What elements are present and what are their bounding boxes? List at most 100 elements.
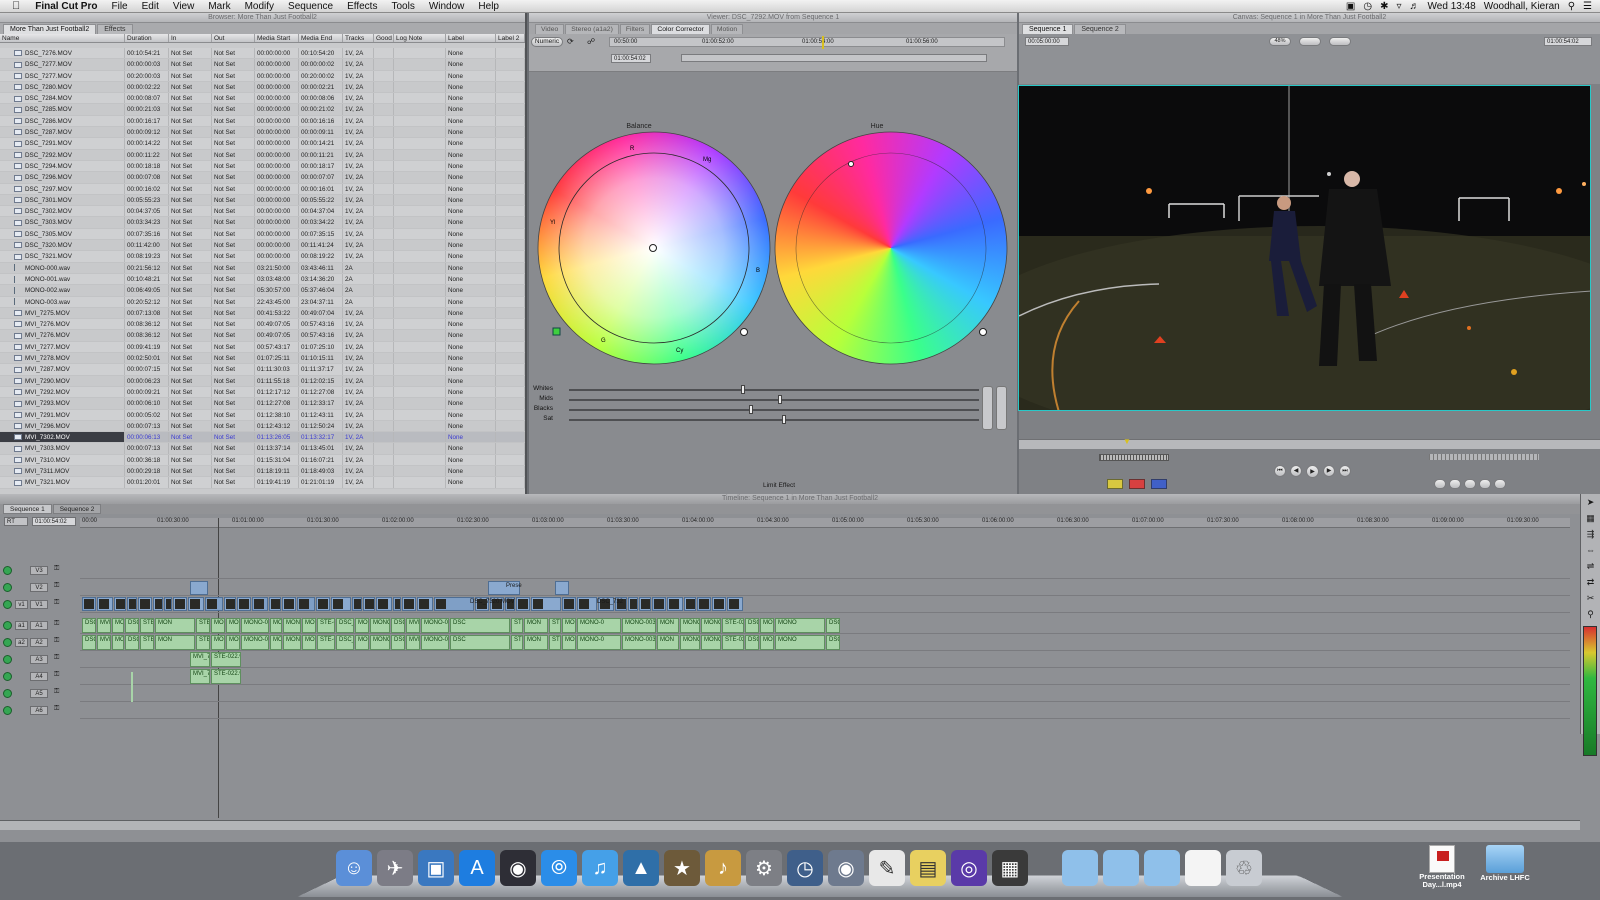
numeric-button[interactable]: Numeric <box>531 37 563 47</box>
video-clip[interactable] <box>153 597 163 611</box>
menu-modify[interactable]: Modify <box>238 1 281 12</box>
viewer-scrollbar[interactable] <box>681 54 987 62</box>
audio-clip[interactable]: MVI <box>406 618 420 633</box>
volume-icon[interactable]: ♬ <box>1410 1 1420 12</box>
canvas-duration[interactable]: 00:05:00:00 <box>1025 37 1069 46</box>
track-name[interactable]: A1 <box>30 621 48 630</box>
track-name[interactable]: A3 <box>30 655 48 664</box>
launchpad-icon[interactable]: ✈ <box>377 850 413 886</box>
selection-tool-icon[interactable]: ➤ <box>1581 494 1600 510</box>
audio-clip[interactable]: MONO-000.w <box>421 618 449 633</box>
audio-clip[interactable]: MONO-00 <box>211 618 225 633</box>
audio-clip[interactable]: MONO-000.wav <box>355 635 369 650</box>
browser-row[interactable]: MVI_7290.MOV 00:00:06:23 Not Set Not Set 01:… <box>0 375 525 387</box>
slider-knob[interactable] <box>778 395 783 404</box>
audio-clip[interactable]: DSC <box>391 635 405 650</box>
audio-clip[interactable]: MONO-00 <box>211 635 225 650</box>
stickies-icon[interactable]: ▤ <box>910 850 946 886</box>
audio-clip[interactable]: MVI <box>97 635 111 650</box>
audio-clip[interactable]: MVI_7 <box>190 652 210 667</box>
audio-clip[interactable]: MONO-0 <box>680 635 700 650</box>
track-visibility-icon[interactable] <box>3 638 12 647</box>
menu-sequence[interactable]: Sequence <box>281 1 340 12</box>
browser-row[interactable]: DSC_7320.MOV 00:11:42:00 Not Set Not Set 00:… <box>0 240 525 252</box>
col-name[interactable]: Name <box>0 34 125 42</box>
overwrite-icon[interactable] <box>1129 479 1145 489</box>
replace-icon[interactable] <box>1151 479 1167 489</box>
audio-clip[interactable]: STE-022.wav <box>722 635 744 650</box>
tab-timeline-sequence-1[interactable]: Sequence 1 <box>3 504 52 514</box>
track-lock-icon[interactable]: ⚿ <box>54 582 59 590</box>
video-clip[interactable] <box>516 597 530 611</box>
source-track-patch[interactable]: v1 <box>15 600 28 609</box>
edit-selection-tool-icon[interactable]: ▦ <box>1581 510 1600 526</box>
viewer-ruler[interactable]: 00:50:00 01:00:52:00 01:00:54:00 01:00:5… <box>609 36 1005 49</box>
audio-clip[interactable]: MON <box>657 618 679 633</box>
audio-clip[interactable]: DSC <box>125 635 139 650</box>
col-tracks[interactable]: Tracks <box>343 34 374 42</box>
menu-edit[interactable]: Edit <box>135 1 166 12</box>
browser-row[interactable]: DSC_7294.MOV 00:00:18:18 Not Set Not Set 00:… <box>0 160 525 173</box>
video-clip[interactable] <box>297 597 315 611</box>
video-clip[interactable] <box>577 597 597 611</box>
track-visibility-icon[interactable] <box>3 600 12 609</box>
compressor-icon[interactable]: ▦ <box>992 850 1028 886</box>
mark-in-icon[interactable] <box>1494 479 1506 489</box>
browser-row[interactable]: DSC_7296.MOV 00:00:07:08 Not Set Not Set 00:… <box>0 172 525 184</box>
audio-clip[interactable]: DSC_73 <box>745 618 759 633</box>
menu-window[interactable]: Window <box>422 1 472 12</box>
menu-tools[interactable]: Tools <box>384 1 421 12</box>
audio-clip[interactable]: STE <box>549 618 561 633</box>
audio-clip[interactable]: MON <box>270 635 282 650</box>
final-cut-pro-icon[interactable]: ◎ <box>951 850 987 886</box>
audio-clip[interactable]: MONO-0 <box>226 618 240 633</box>
video-clip[interactable] <box>667 597 683 611</box>
video-clip[interactable] <box>188 597 204 611</box>
app-store-icon[interactable]: A <box>459 850 495 886</box>
textedit-icon[interactable]: ✎ <box>869 850 905 886</box>
play-around-icon[interactable]: ▶ <box>1323 465 1335 477</box>
audio-clip[interactable]: DSC_73 <box>336 618 354 633</box>
audio-clip[interactable]: DSC <box>450 618 510 633</box>
browser-row[interactable]: DSC_7284.MOV 00:00:08:07 Not Set Not Set 00:… <box>0 93 525 105</box>
viewer-playhead[interactable] <box>822 36 824 49</box>
play-icon[interactable]: ▶ <box>1306 465 1319 478</box>
browser-row[interactable]: DSC_7305.MOV 00:07:35:16 Not Set Not Set 00:… <box>0 228 525 241</box>
video-clip[interactable] <box>402 597 416 611</box>
audio-clip[interactable]: MONO-00 <box>562 618 576 633</box>
match-hue-button[interactable] <box>996 386 1007 430</box>
audio-clip[interactable]: DSC_73 <box>745 635 759 650</box>
audio-clip[interactable]: MON <box>155 618 195 633</box>
audio-clip[interactable]: MONO-003.wav <box>302 618 316 633</box>
menu-effects[interactable]: Effects <box>340 1 384 12</box>
source-track-patch[interactable]: a2 <box>15 638 28 647</box>
browser-row[interactable]: DSC_7280.MOV 00:00:02:22 Not Set Not Set 00:… <box>0 81 525 94</box>
audio-clip[interactable]: STE-022 <box>140 635 154 650</box>
audio-clip[interactable]: MONO-003.wav <box>241 635 269 650</box>
browser-row[interactable]: DSC_7285.MOV 00:00:21:03 Not Set Not Set 00:… <box>0 104 525 116</box>
facetime-icon[interactable]: ◉ <box>828 850 864 886</box>
slider-knob[interactable] <box>741 385 746 394</box>
col-label[interactable]: Label <box>446 34 496 42</box>
audio-clip[interactable]: STE <box>196 635 210 650</box>
audio-clip[interactable]: MONO <box>370 618 390 633</box>
video-clip[interactable] <box>282 597 296 611</box>
zoom-tool-icon[interactable]: ⚲ <box>1581 606 1600 622</box>
browser-row[interactable]: MVI_7296.MOV 00:00:07:13 Not Set Not Set 01:… <box>0 420 525 433</box>
browser-row[interactable]: DSC_7303.MOV 00:03:34:23 Not Set Not Set 00:… <box>0 217 525 229</box>
slider-blacks[interactable]: Blacks <box>529 405 989 415</box>
roll-tool-icon[interactable]: ⇌ <box>1581 558 1600 574</box>
browser-row[interactable]: MVI_7287.MOV 00:00:07:15 Not Set Not Set 01:… <box>0 364 525 376</box>
video-clip[interactable] <box>652 597 666 611</box>
video-clip[interactable] <box>331 597 351 611</box>
audio-clip[interactable]: DSC <box>450 635 510 650</box>
dock-folder-archive[interactable]: Archive LHFC <box>1475 845 1535 883</box>
track-visibility-icon[interactable] <box>3 689 12 698</box>
timeline-playhead[interactable] <box>218 518 219 818</box>
video-clip[interactable] <box>712 597 726 611</box>
browser-row[interactable]: DSC_7292.MOV 00:00:11:22 Not Set Not Set 00:… <box>0 149 525 161</box>
audio-clip[interactable]: MONO <box>370 635 390 650</box>
documents-folder-icon[interactable] <box>1144 850 1180 886</box>
status-icon[interactable]: ▣ <box>1346 1 1355 12</box>
link-icon[interactable]: ☍ <box>587 37 595 46</box>
